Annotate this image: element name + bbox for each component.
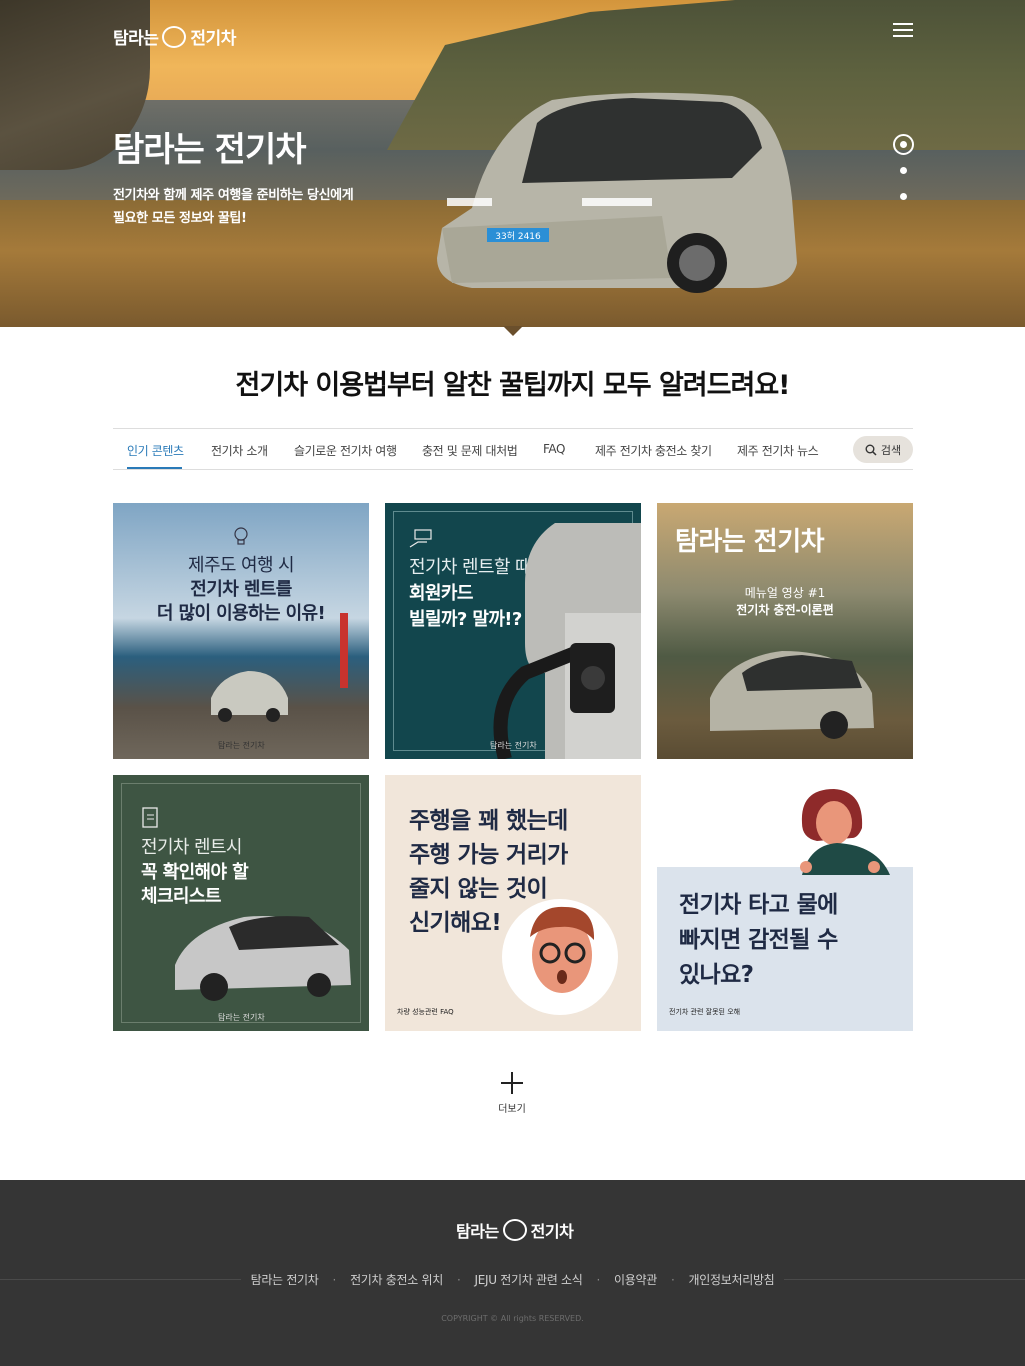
search-button[interactable]: 검색 xyxy=(853,436,913,463)
search-label: 검색 xyxy=(880,443,902,457)
search-icon xyxy=(865,444,877,456)
card-5-foot: 차량 성능관련 FAQ xyxy=(397,1008,454,1016)
hero-title: 탐라는 전기차 xyxy=(113,130,307,170)
content-card-4[interactable]: 전기차 렌트시 꼭 확인해야 할 체크리스트 탐라는 전기차 xyxy=(113,775,369,1031)
card-1-line3: 더 많이 이용하는 이유! xyxy=(156,603,326,624)
content-card-1[interactable]: 제주도 여행 시 전기차 렌트를 더 많이 이용하는 이유! 탐라는 전기차 xyxy=(113,503,369,759)
tab-ev-intro[interactable]: 전기차 소개 xyxy=(211,442,268,459)
footer-logo-text-left: 탐라는 xyxy=(456,1222,499,1241)
tab-find-station[interactable]: 제주 전기차 충전소 찾기 xyxy=(595,442,712,459)
card-6-foot: 전기차 관련 잘못된 오해 xyxy=(669,1008,741,1016)
card-5-line1: 주행을 꽤 했는데 xyxy=(409,808,568,834)
card-5-line2: 주행 가능 거리가 xyxy=(409,842,568,868)
card-1-line1: 제주도 여행 시 xyxy=(187,555,295,576)
lightbulb-icon xyxy=(234,527,248,545)
clipboard-icon xyxy=(142,807,158,828)
logo-text-right: 전기차 xyxy=(190,29,236,49)
more-button[interactable]: 더보기 xyxy=(492,1072,532,1122)
section-title: 전기차 이용법부터 알찬 꿀팁까지 모두 알려드려요! xyxy=(235,370,791,401)
content-card-5[interactable]: 주행을 꽤 했는데 주행 가능 거리가 줄지 않는 것이 신기해요! 차량 성능… xyxy=(385,775,641,1031)
card-1-line2: 전기차 렌트를 xyxy=(190,579,292,600)
card-4-line1: 전기차 렌트시 xyxy=(141,837,242,858)
footer-logo-text-right: 전기차 xyxy=(530,1222,574,1241)
card-2-line2: 회원카드 xyxy=(409,583,473,604)
header-logo[interactable]: 탐라는 전기차 xyxy=(113,24,236,49)
footer-logo[interactable]: 탐라는 전기차 xyxy=(456,1218,574,1242)
logo-seal-icon xyxy=(162,25,187,48)
card-1-foot: 탐라는 전기차 xyxy=(218,741,265,750)
card-4-car-image xyxy=(175,915,351,1001)
tab-charging[interactable]: 충전 및 문제 대처법 xyxy=(422,442,518,459)
footer-logo-seal-icon xyxy=(502,1219,527,1241)
copyright-text: COPYRIGHT © All rights RESERVED. xyxy=(441,1314,584,1323)
footer-separator: · xyxy=(666,1273,679,1287)
tab-active-indicator xyxy=(127,467,182,469)
category-tabs: 인기 콘텐츠 전기차 소개 슬기로운 전기차 여행 충전 및 문제 대처법 FA… xyxy=(113,428,913,470)
card-3-car-image xyxy=(710,651,874,739)
hero-plate-text: 33허 2416 xyxy=(495,231,541,242)
content-card-6[interactable]: 전기차 타고 물에 빠지면 감전될 수 있나요? 전기차 관련 잘못된 오해 xyxy=(657,775,913,1031)
ev-charger-image xyxy=(493,523,641,759)
tab-news[interactable]: 제주 전기차 뉴스 xyxy=(737,442,819,459)
content-card-2[interactable]: 전기차 렌트할 때 회원카드 빌릴까? 말까!? 탐라는 전기차 xyxy=(385,503,641,759)
card-1-lighthouse xyxy=(340,613,348,688)
content-card-3[interactable]: 탐라는 전기차 메뉴얼 영상 #1 전기차 충전-이론편 xyxy=(657,503,913,759)
footer-separator: · xyxy=(592,1273,605,1287)
card-6-line1: 전기차 타고 물에 xyxy=(679,892,838,918)
footer-link-terms[interactable]: 이용약관 xyxy=(604,1273,667,1287)
footer-separator: · xyxy=(453,1273,465,1287)
card-3-line1: 메뉴얼 영상 #1 xyxy=(744,586,826,600)
card-6-line3: 있나요? xyxy=(679,962,754,988)
card-3-logo-text: 탐라는 전기차 xyxy=(675,527,825,557)
more-label: 더보기 xyxy=(498,1104,526,1115)
tab-faq[interactable]: FAQ xyxy=(543,442,565,456)
footer-link-home[interactable]: 탐라는 전기차 xyxy=(240,1273,329,1287)
card-4-foot: 탐라는 전기차 xyxy=(218,1013,265,1022)
logo-text-left: 탐라는 xyxy=(113,29,159,49)
hero-car-image: 33허 2416 xyxy=(437,92,797,293)
card-3-line2: 전기차 충전-이론편 xyxy=(736,603,834,617)
card-4-line2: 꼭 확인해야 할 xyxy=(141,862,249,883)
hero-banner: 33허 2416 탐라는 전기차 탐라는 전기차 전기차와 함께 제주 여행을 … xyxy=(0,0,1025,327)
hero-subtitle-line2: 필요한 모든 정보와 꿀팁! xyxy=(113,211,247,226)
card-hand-icon xyxy=(409,529,432,548)
hero-subtitle-line1: 전기차와 함께 제주 여행을 준비하는 당신에게 xyxy=(113,188,354,203)
tab-popular[interactable]: 인기 콘텐츠 xyxy=(127,442,184,459)
footer: 탐라는 전기차 탐라는 전기차 · 전기차 충전소 위치 · JEJU 전기차 관련 소… xyxy=(0,1180,1025,1366)
hero-notch xyxy=(503,326,523,336)
plus-icon xyxy=(501,1072,523,1094)
footer-link-privacy[interactable]: 개인정보처리방침 xyxy=(678,1273,785,1287)
slide-dot-1[interactable] xyxy=(893,134,914,155)
card-3-logo: 탐라는 전기차 xyxy=(675,521,825,558)
slide-dot-3[interactable] xyxy=(900,193,907,200)
surprised-man-illustration xyxy=(502,899,618,1015)
footer-separator: · xyxy=(328,1273,341,1287)
hamburger-menu-icon[interactable] xyxy=(893,22,913,38)
card-2-foot: 탐라는 전기차 xyxy=(490,741,537,750)
card-1-car-image xyxy=(211,671,288,722)
footer-link-stations[interactable]: 전기차 충전소 위치 xyxy=(340,1273,454,1287)
tab-smart-travel[interactable]: 슬기로운 전기차 여행 xyxy=(294,442,397,459)
slide-dot-2[interactable] xyxy=(900,167,907,174)
card-6-line2: 빠지면 감전될 수 xyxy=(679,927,838,953)
card-5-line4: 신기해요! xyxy=(409,910,502,936)
woman-illustration xyxy=(800,789,890,875)
footer-link-news[interactable]: JEJU 전기차 관련 소식 xyxy=(464,1273,593,1287)
footer-nav: 탐라는 전기차 · 전기차 충전소 위치 · JEJU 전기차 관련 소식 · 이용약관 · 개… xyxy=(0,1271,1025,1288)
